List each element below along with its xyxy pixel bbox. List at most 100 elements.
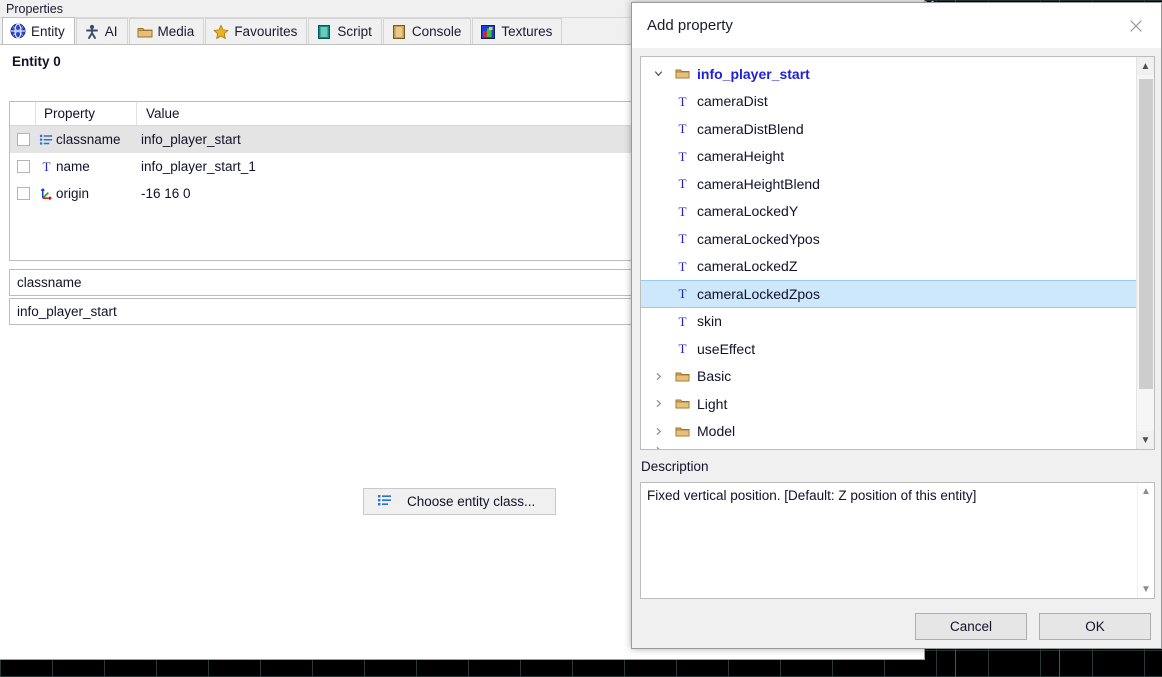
axes-icon	[36, 186, 56, 201]
chevron-right-icon[interactable]	[647, 371, 669, 382]
row-property-name: name	[56, 159, 90, 174]
svg-text:T: T	[678, 176, 686, 191]
scrollbar-thumb[interactable]	[1139, 79, 1153, 389]
tree-item-label: cameraHeight	[697, 148, 785, 165]
column-header-checkbox	[10, 102, 36, 125]
tree-item-label: cameraLockedZ	[697, 258, 798, 275]
property-key-value: classname	[17, 275, 82, 290]
tab-textures[interactable]: Textures	[472, 18, 563, 44]
tree-item-cameralockedy[interactable]: T cameraLockedY	[641, 198, 1136, 226]
tree-item-info-player-start[interactable]: info_player_start	[641, 60, 1136, 88]
ok-button[interactable]: OK	[1039, 613, 1151, 640]
list-icon	[377, 492, 393, 511]
star-icon	[213, 24, 229, 40]
tree-item-skin[interactable]: T skin	[641, 308, 1136, 336]
row-checkbox[interactable]	[10, 187, 36, 200]
tab-media[interactable]: Media	[128, 18, 205, 44]
cancel-button[interactable]: Cancel	[915, 613, 1027, 640]
svg-text:T: T	[678, 341, 686, 356]
ai-person-icon	[84, 24, 100, 40]
tree-item-cameraheightblend[interactable]: T cameraHeightBlend	[641, 170, 1136, 198]
tree-item-cameralockedzpos[interactable]: T cameraLockedZpos	[641, 280, 1136, 308]
text-t-icon: T	[669, 231, 695, 246]
folder-icon	[137, 24, 153, 40]
scroll-up-icon[interactable]: ▲	[1141, 486, 1151, 497]
dialog-button-bar: Cancel OK	[632, 613, 1161, 640]
tree-item-label: useEffect	[697, 340, 756, 357]
choose-entity-class-label: Choose entity class...	[407, 494, 536, 509]
svg-text:T: T	[678, 204, 686, 219]
column-header-property: Property	[36, 102, 137, 125]
tree-item-useeffect[interactable]: T useEffect	[641, 335, 1136, 363]
scroll-down-icon[interactable]: ▼	[1141, 584, 1151, 595]
text-t-icon: T	[669, 204, 695, 219]
chevron-right-icon[interactable]	[647, 445, 669, 449]
list-icon	[36, 132, 56, 147]
tree-scrollbar[interactable]: ▲ ▼	[1136, 57, 1154, 449]
tree-item-cameraheight[interactable]: T cameraHeight	[641, 143, 1136, 171]
description-label: Description	[641, 459, 709, 474]
svg-text:T: T	[678, 259, 686, 274]
svg-text:T: T	[42, 159, 50, 174]
row-checkbox[interactable]	[10, 133, 36, 146]
property-value-value: info_player_start	[17, 304, 117, 319]
dialog-title: Add property	[647, 17, 733, 34]
script-document-icon	[316, 24, 332, 40]
tree-item-basic[interactable]: Basic	[641, 363, 1136, 391]
text-t-icon: T	[36, 159, 56, 174]
folder-icon	[669, 369, 695, 384]
close-icon[interactable]	[1121, 11, 1151, 41]
tree-item-label: cameraHeightBlend	[697, 175, 820, 192]
description-text: Fixed vertical position. [Default: Z pos…	[647, 488, 977, 503]
text-t-icon: T	[669, 176, 695, 191]
entity-globe-icon	[10, 23, 26, 39]
tree-item-label: Basic	[697, 368, 732, 385]
tab-entity-label: Entity	[31, 23, 65, 39]
chevron-down-icon[interactable]	[647, 68, 669, 79]
tree-item-light[interactable]: Light	[641, 390, 1136, 418]
tab-ai-label: AI	[104, 24, 118, 39]
textures-swatch-icon	[480, 24, 496, 40]
tree-item-cameradistblend[interactable]: T cameraDistBlend	[641, 115, 1136, 143]
row-checkbox[interactable]	[10, 160, 36, 173]
row-property-name: origin	[56, 186, 90, 201]
console-document-icon	[391, 24, 407, 40]
tree-item-label: info_player_start	[697, 65, 810, 82]
tree-item-label: cameraDistBlend	[697, 120, 804, 137]
tree-item-label: Light	[697, 395, 728, 412]
scroll-up-icon[interactable]: ▲	[1136, 57, 1154, 75]
tab-ai[interactable]: AI	[75, 18, 128, 44]
tab-script-label: Script	[337, 24, 372, 39]
tab-script[interactable]: Script	[308, 18, 382, 44]
text-t-icon: T	[669, 149, 695, 164]
svg-text:T: T	[678, 286, 686, 301]
tab-console[interactable]: Console	[382, 18, 472, 44]
chevron-right-icon[interactable]	[647, 398, 669, 409]
description-panel: Fixed vertical position. [Default: Z pos…	[640, 482, 1155, 599]
svg-text:T: T	[678, 121, 686, 136]
text-t-icon: T	[669, 259, 695, 274]
tree-item-partial[interactable]	[641, 445, 1136, 449]
folder-icon	[669, 396, 695, 411]
scroll-down-icon[interactable]: ▼	[1136, 431, 1154, 449]
property-tree: info_player_start T cameraDist T cameraD…	[640, 56, 1155, 450]
choose-entity-class-button[interactable]: Choose entity class...	[363, 488, 556, 515]
tab-entity[interactable]: Entity	[2, 17, 75, 44]
tree-item-label: Model	[697, 423, 736, 440]
tree-item-cameradist[interactable]: T cameraDist	[641, 88, 1136, 116]
folder-icon	[669, 66, 695, 81]
description-scrollbar[interactable]: ▲ ▼	[1137, 483, 1154, 598]
svg-text:T: T	[678, 231, 686, 246]
entity-title: Entity 0	[12, 53, 61, 69]
tree-item-label: cameraLockedY	[697, 203, 799, 220]
tree-item-model[interactable]: Model	[641, 418, 1136, 446]
svg-text:T: T	[678, 94, 686, 109]
tab-favourites[interactable]: Favourites	[205, 18, 308, 44]
text-t-icon: T	[669, 286, 695, 301]
tree-item-cameralockedypos[interactable]: T cameraLockedYpos	[641, 225, 1136, 253]
tab-favourites-label: Favourites	[234, 24, 298, 39]
svg-text:T: T	[678, 314, 686, 329]
chevron-right-icon[interactable]	[647, 426, 669, 437]
tree-item-cameralockedz[interactable]: T cameraLockedZ	[641, 253, 1136, 281]
svg-text:T: T	[678, 149, 686, 164]
